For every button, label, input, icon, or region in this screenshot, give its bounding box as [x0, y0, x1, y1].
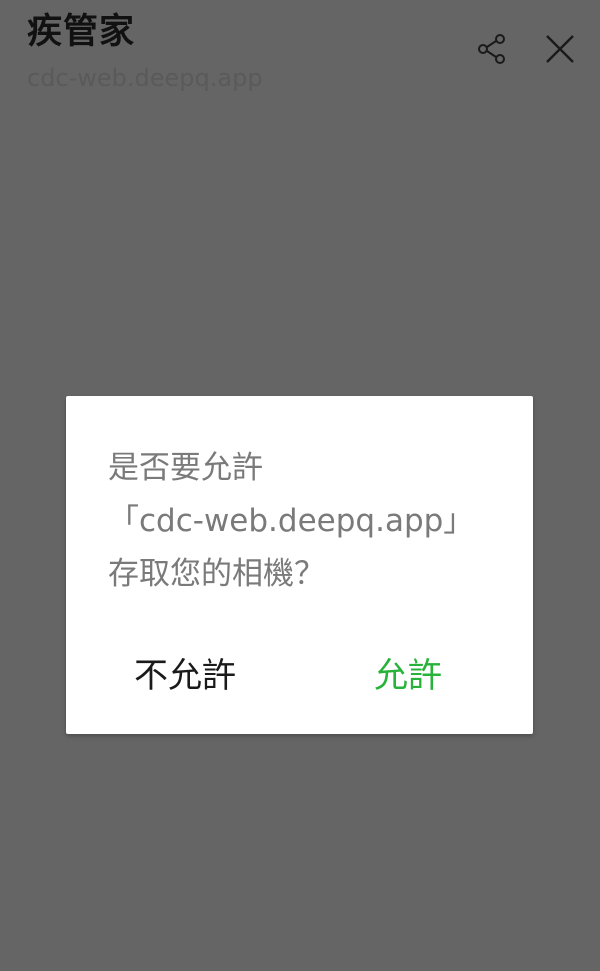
deny-button[interactable]: 不允許 [134, 654, 236, 698]
share-icon [478, 34, 505, 64]
dialog-message-line: 「cdc-web.deepq.app」 [108, 503, 475, 539]
page-title: 疾管家 [27, 12, 136, 52]
dialog-message: 是否要允許 「cdc-web.deepq.app」 存取您的相機？ [108, 442, 518, 601]
camera-permission-dialog: 是否要允許 「cdc-web.deepq.app」 存取您的相機？ 不允許 允許 [66, 396, 533, 734]
close-button[interactable] [536, 25, 584, 73]
browser-header: 疾管家 cdc-web.deepq.app [0, 0, 600, 110]
dialog-message-line: 是否要允許 [108, 450, 263, 486]
dialog-message-line: 存取您的相機？ [108, 556, 325, 592]
page-url: cdc-web.deepq.app [27, 64, 263, 92]
allow-button[interactable]: 允許 [374, 654, 442, 698]
screen-overlay: 疾管家 cdc-web.deepq.app 是否要允許 「cdc-web.dee… [0, 0, 600, 971]
share-button[interactable] [468, 25, 516, 73]
close-icon [546, 35, 574, 63]
